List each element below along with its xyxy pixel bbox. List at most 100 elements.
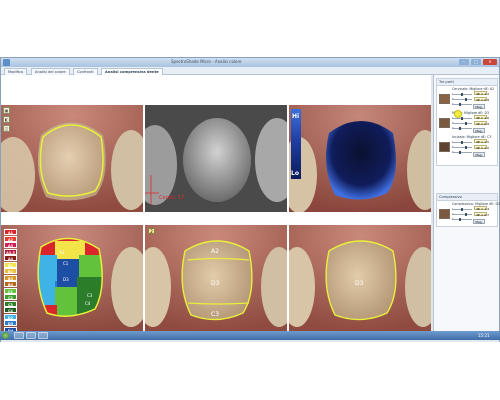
scale-hi-label: Hi bbox=[292, 113, 300, 120]
panel-overall[interactable]: D3 bbox=[289, 225, 431, 332]
magnify-button[interactable]: Mag. bbox=[473, 219, 485, 224]
tab-modifica[interactable]: Modifica bbox=[4, 68, 28, 75]
panel-marker[interactable]: 2 bbox=[148, 228, 155, 234]
legend-chip: D3 bbox=[4, 320, 17, 326]
h-slider[interactable] bbox=[452, 128, 472, 129]
title-bar: SpectroShade Micro - Analisi colore – □ … bbox=[1, 58, 499, 67]
region-label-c4: C4 bbox=[85, 301, 91, 306]
three-parts-rows: Cervicale: Migliore dE: A2LChdE = 1.2dE … bbox=[437, 86, 497, 158]
delta-e-value: dE = 1.4 bbox=[474, 206, 489, 211]
panel-zones[interactable]: A2 D3 C3 2 bbox=[145, 225, 287, 332]
taskbar-item[interactable] bbox=[26, 332, 36, 339]
magnify-button[interactable]: Mag. bbox=[473, 128, 485, 133]
scale-lo-label: Lo bbox=[291, 170, 299, 177]
clock: 15:21 bbox=[478, 333, 490, 338]
region-label-c3: C3 bbox=[87, 293, 93, 298]
region-label-a3: A3 bbox=[59, 250, 65, 255]
zone-middle-label: D3 bbox=[211, 280, 220, 287]
image-grid: ▣ ◧ ◫ Cervic: 17 Hi Lo A3 C1 D3 C3 C4 A1… bbox=[1, 75, 431, 334]
h-slider[interactable] bbox=[452, 219, 472, 220]
zone-top-label: A2 bbox=[211, 248, 219, 255]
maximize-button[interactable]: □ bbox=[471, 59, 481, 65]
panel-original[interactable]: ▣ ◧ ◫ bbox=[1, 105, 143, 212]
panel-grayscale[interactable]: Cervic: 17 bbox=[145, 105, 287, 212]
panel-translucency[interactable]: Hi Lo bbox=[289, 105, 431, 212]
shade-legend: A1A2A3A3.5A4B1B2B3B4C1C2C3C4D2D3D4 bbox=[4, 229, 18, 332]
translucency-photo bbox=[289, 105, 431, 212]
app-icon bbox=[3, 59, 10, 66]
grid-divider bbox=[1, 103, 431, 105]
c-slider-knob[interactable] bbox=[465, 213, 467, 216]
shade-result-row: Cervicale: Migliore dE: A2LChdE = 1.2dE … bbox=[437, 86, 497, 110]
h-slider-knob[interactable] bbox=[459, 127, 461, 130]
legend-chip: D2 bbox=[4, 313, 17, 320]
region-label-c1: C1 bbox=[63, 261, 69, 266]
l-slider-knob[interactable] bbox=[461, 141, 463, 144]
delta-e-value: dE = 1.6 bbox=[474, 115, 489, 120]
legend-chip: C1 bbox=[4, 287, 17, 294]
delta-e-value: dE = 0.9 bbox=[474, 121, 489, 126]
c-slider[interactable] bbox=[452, 99, 472, 100]
delta-e-value: dE = 1.0 bbox=[474, 145, 489, 150]
legend-chip: B1 bbox=[4, 261, 17, 268]
shade-swatch bbox=[439, 94, 450, 104]
legend-chip: B3 bbox=[4, 274, 17, 281]
tab-analisi-comprensiva[interactable]: Analisi comprensiva dente bbox=[101, 68, 163, 75]
tab-confronti[interactable]: Confronti bbox=[73, 68, 98, 75]
legend-chip: C3 bbox=[4, 300, 17, 307]
tab-bar: Modifica Analisi del colore Confronti An… bbox=[1, 67, 499, 75]
tool-select-icon[interactable]: ▣ bbox=[3, 107, 10, 114]
h-slider-knob[interactable] bbox=[459, 151, 461, 154]
shade-result-row: Medio: Migliore dE: D3LChdE = 1.6dE = 0.… bbox=[437, 110, 497, 134]
c-slider-knob[interactable] bbox=[465, 98, 467, 101]
start-button[interactable] bbox=[2, 332, 9, 339]
shade-result-row: Complessivo: Migliore dE: D3LChdE = 1.4d… bbox=[437, 201, 500, 225]
c-slider[interactable] bbox=[452, 123, 472, 124]
c-slider-knob[interactable] bbox=[465, 122, 467, 125]
taskbar: 15:21 bbox=[0, 331, 500, 340]
zones-photo: A2 D3 C3 bbox=[145, 225, 287, 332]
l-slider-knob[interactable] bbox=[461, 208, 463, 211]
tab-analisi-colore[interactable]: Analisi del colore bbox=[31, 68, 70, 75]
h-slider[interactable] bbox=[452, 152, 472, 153]
legend-chip: A4 bbox=[4, 255, 17, 261]
shade-swatch bbox=[439, 118, 450, 128]
region-label-d3: D3 bbox=[63, 277, 69, 282]
legend-chip: A2 bbox=[4, 235, 17, 242]
c-slider-knob[interactable] bbox=[465, 146, 467, 149]
close-button[interactable]: ✕ bbox=[483, 59, 497, 65]
h-slider[interactable] bbox=[452, 104, 472, 105]
tool-crop-icon[interactable]: ◧ bbox=[3, 116, 10, 123]
overall-section: Complessivo Complessivo: Migliore dE: D3… bbox=[436, 193, 500, 227]
l-slider-knob[interactable] bbox=[461, 93, 463, 96]
panel-shade-map[interactable]: A3 C1 D3 C3 C4 A1 A2 A3 A3.5 A4 B1 B2 B3 B4 C1 C2 C… bbox=[1, 225, 143, 332]
taskbar-item[interactable] bbox=[14, 332, 24, 339]
legend-chip: C4 bbox=[4, 307, 17, 313]
taskbar-item[interactable] bbox=[38, 332, 48, 339]
tool-strip: ▣ ◧ ◫ bbox=[3, 107, 11, 134]
tool-zoom-icon[interactable]: ◫ bbox=[3, 125, 10, 132]
original-photo bbox=[1, 105, 143, 212]
shade-map-photo: A3 C1 D3 C3 C4 bbox=[1, 225, 143, 332]
overall-photo: D3 bbox=[289, 225, 431, 332]
minimize-button[interactable]: – bbox=[459, 59, 469, 65]
delta-e-value: dE = 0.8 bbox=[474, 97, 489, 102]
delta-e-value: dE = 1.5 bbox=[474, 139, 489, 144]
c-slider[interactable] bbox=[452, 147, 472, 148]
overall-shade-label: D3 bbox=[355, 280, 364, 287]
results-side-panel: Tre parti Cervicale: Migliore dE: A2LChd… bbox=[433, 75, 500, 334]
h-slider-knob[interactable] bbox=[459, 103, 461, 106]
app-window: SpectroShade Micro - Analisi colore – □ … bbox=[0, 57, 500, 342]
three-parts-header: Tre parti bbox=[437, 79, 497, 86]
overall-header: Complessivo bbox=[437, 194, 497, 201]
shade-result-row: Incisale: Migliore dE: C3LChdE = 1.5dE =… bbox=[437, 134, 497, 158]
shade-swatch bbox=[439, 142, 450, 152]
magnify-button[interactable]: Mag. bbox=[473, 104, 485, 109]
h-slider-knob[interactable] bbox=[459, 218, 461, 221]
magnify-button[interactable]: Mag. bbox=[473, 152, 485, 157]
l-slider-knob[interactable] bbox=[461, 117, 463, 120]
c-slider[interactable] bbox=[452, 214, 472, 215]
shade-swatch bbox=[439, 209, 450, 219]
legend-chip: A1 bbox=[4, 229, 17, 235]
xray-coord-label: Cervic: 17 bbox=[159, 195, 184, 201]
